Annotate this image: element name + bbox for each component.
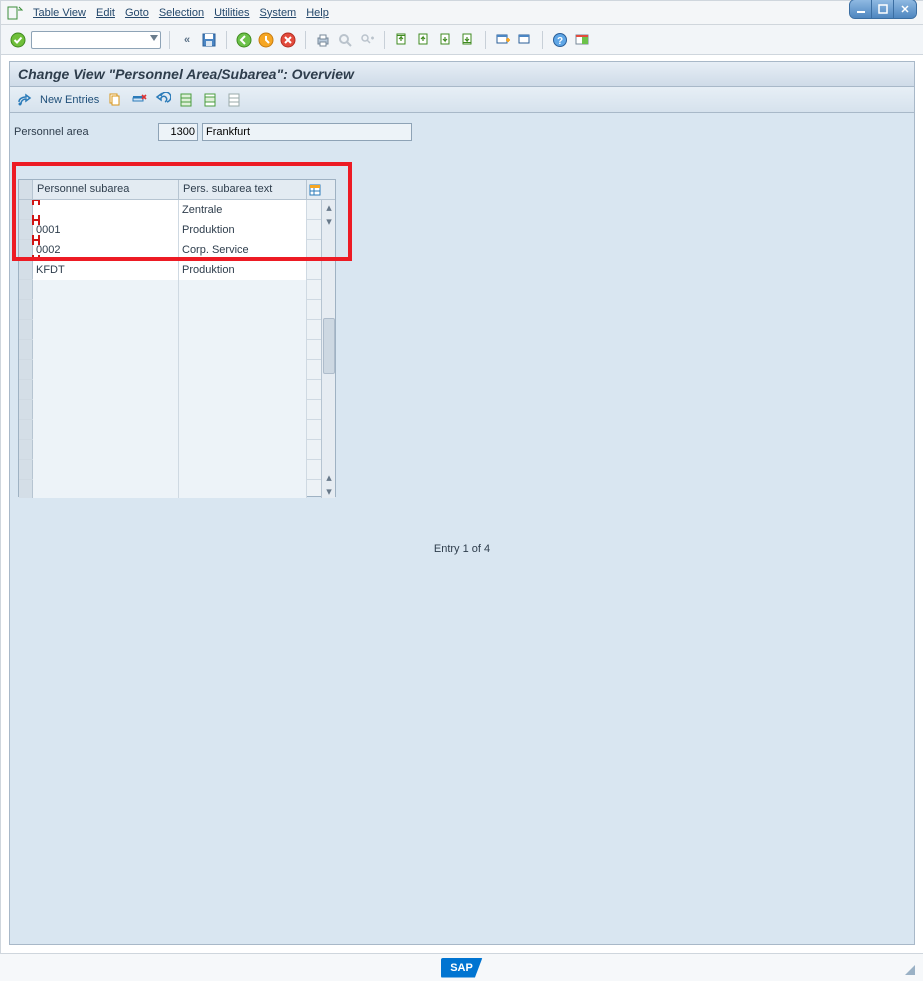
table-header: Personnel subarea Pers. subarea text xyxy=(19,180,335,200)
undo-icon[interactable] xyxy=(155,92,171,108)
cell-subarea-text[interactable]: Produktion xyxy=(179,220,307,240)
statusbar: SAP xyxy=(0,953,923,981)
col-personnel-subarea[interactable]: Personnel subarea xyxy=(33,180,179,199)
row-marker[interactable] xyxy=(19,200,33,219)
separator xyxy=(485,31,486,49)
find-icon[interactable] xyxy=(336,31,354,49)
personnel-area-label: Personnel area xyxy=(14,126,154,138)
delete-row-icon[interactable] xyxy=(131,92,147,108)
subarea-table: Personnel subarea Pers. subarea text Zen… xyxy=(18,179,336,497)
find-next-icon[interactable] xyxy=(358,31,376,49)
cell-subarea-text[interactable]: Zentrale xyxy=(179,200,307,220)
close-button[interactable] xyxy=(894,0,916,18)
resize-grip-icon[interactable] xyxy=(905,965,915,975)
menu-utilities[interactable]: Utilities xyxy=(214,7,249,19)
table-row-empty[interactable] xyxy=(19,280,335,300)
table-row[interactable]: KFDT Produktion xyxy=(19,260,335,280)
cell-subarea-text[interactable]: Produktion xyxy=(179,260,307,280)
cell-subarea[interactable]: 0001 xyxy=(33,220,179,240)
personnel-area-row: Personnel area 1300 Frankfurt xyxy=(14,123,412,141)
new-entries-button[interactable]: New Entries xyxy=(40,94,99,106)
table-row-empty[interactable] xyxy=(19,360,335,380)
prev-page-icon[interactable] xyxy=(415,31,433,49)
scroll-up-icon[interactable]: ▴ xyxy=(322,200,336,214)
first-page-icon[interactable] xyxy=(393,31,411,49)
separator xyxy=(305,31,306,49)
command-field[interactable] xyxy=(31,31,161,49)
table-body: Zentrale 0001 Produktion 0002 Corp. Serv… xyxy=(19,200,335,498)
page-title: Change View "Personnel Area/Subarea": Ov… xyxy=(9,61,915,87)
row-marker[interactable] xyxy=(19,260,33,279)
scroll-down2-icon[interactable]: ▾ xyxy=(322,214,336,228)
personnel-area-name: Frankfurt xyxy=(202,123,412,141)
deselect-all-icon[interactable] xyxy=(227,92,243,108)
menu-selection[interactable]: Selection xyxy=(159,7,204,19)
window-controls xyxy=(849,0,917,19)
menu-help[interactable]: Help xyxy=(306,7,329,19)
layout-icon[interactable] xyxy=(573,31,591,49)
cell-subarea-text[interactable]: Corp. Service xyxy=(179,240,307,260)
table-row[interactable]: 0002 Corp. Service xyxy=(19,240,335,260)
app-window: Table View Edit Goto Selection Utilities… xyxy=(0,0,923,981)
gui-shortcut-icon[interactable] xyxy=(516,31,534,49)
cell-subarea[interactable]: KFDT xyxy=(33,260,179,280)
personnel-area-code[interactable]: 1300 xyxy=(158,123,198,141)
menu-table-view[interactable]: Table View xyxy=(33,7,86,19)
exit-icon[interactable] xyxy=(257,31,275,49)
menubar: Table View Edit Goto Selection Utilities… xyxy=(1,1,923,25)
menu-edit[interactable]: Edit xyxy=(96,7,115,19)
copy-icon[interactable] xyxy=(107,92,123,108)
select-block-icon[interactable] xyxy=(203,92,219,108)
table-row[interactable]: 0001 Produktion xyxy=(19,220,335,240)
separator xyxy=(226,31,227,49)
table-row-empty[interactable] xyxy=(19,460,335,480)
table-row-empty[interactable] xyxy=(19,300,335,320)
application-toolbar: New Entries xyxy=(9,87,915,113)
table-vertical-scrollbar[interactable]: ▴ ▴ ▾ ▾ xyxy=(321,200,335,498)
save-icon[interactable] xyxy=(200,31,218,49)
scroll-thumb[interactable] xyxy=(323,318,335,374)
maximize-button[interactable] xyxy=(872,0,894,18)
help-icon[interactable]: ? xyxy=(551,31,569,49)
table-row-empty[interactable] xyxy=(19,480,335,498)
menu-system[interactable]: System xyxy=(260,7,297,19)
table-row-empty[interactable] xyxy=(19,440,335,460)
table-row-empty[interactable] xyxy=(19,420,335,440)
content-area: Personnel area 1300 Frankfurt Personnel … xyxy=(9,113,915,945)
separator xyxy=(169,31,170,49)
print-icon[interactable] xyxy=(314,31,332,49)
select-all-icon[interactable] xyxy=(179,92,195,108)
separator xyxy=(542,31,543,49)
new-session-icon[interactable] xyxy=(494,31,512,49)
menu-goto[interactable]: Goto xyxy=(125,7,149,19)
cell-subarea[interactable] xyxy=(33,200,179,220)
next-page-icon[interactable] xyxy=(437,31,455,49)
table-row-empty[interactable] xyxy=(19,380,335,400)
last-page-icon[interactable] xyxy=(459,31,477,49)
sap-logo: SAP xyxy=(441,958,483,978)
back-icon[interactable] xyxy=(235,31,253,49)
table-row[interactable]: Zentrale xyxy=(19,200,335,220)
col-pers-subarea-text[interactable]: Pers. subarea text xyxy=(179,180,307,199)
svg-text:?: ? xyxy=(557,36,563,47)
separator xyxy=(384,31,385,49)
entry-counter: Entry 1 of 4 xyxy=(10,543,914,555)
table-row-empty[interactable] xyxy=(19,400,335,420)
row-marker[interactable] xyxy=(19,220,33,239)
scroll-down-icon[interactable]: ▾ xyxy=(322,484,336,498)
cell-subarea[interactable]: 0002 xyxy=(33,240,179,260)
document-menu-icon[interactable] xyxy=(7,6,23,20)
standard-toolbar: « xyxy=(1,25,923,55)
row-marker-header[interactable] xyxy=(19,180,33,199)
row-marker[interactable] xyxy=(19,240,33,259)
cancel-icon[interactable] xyxy=(279,31,297,49)
minimize-button[interactable] xyxy=(850,0,872,18)
table-row-empty[interactable] xyxy=(19,340,335,360)
other-view-icon[interactable] xyxy=(16,92,32,108)
scroll-up2-icon[interactable]: ▴ xyxy=(322,470,336,484)
table-settings-icon[interactable] xyxy=(307,180,323,199)
table-row-empty[interactable] xyxy=(19,320,335,340)
enter-icon[interactable] xyxy=(9,31,27,49)
collapse-icon[interactable]: « xyxy=(178,31,196,49)
